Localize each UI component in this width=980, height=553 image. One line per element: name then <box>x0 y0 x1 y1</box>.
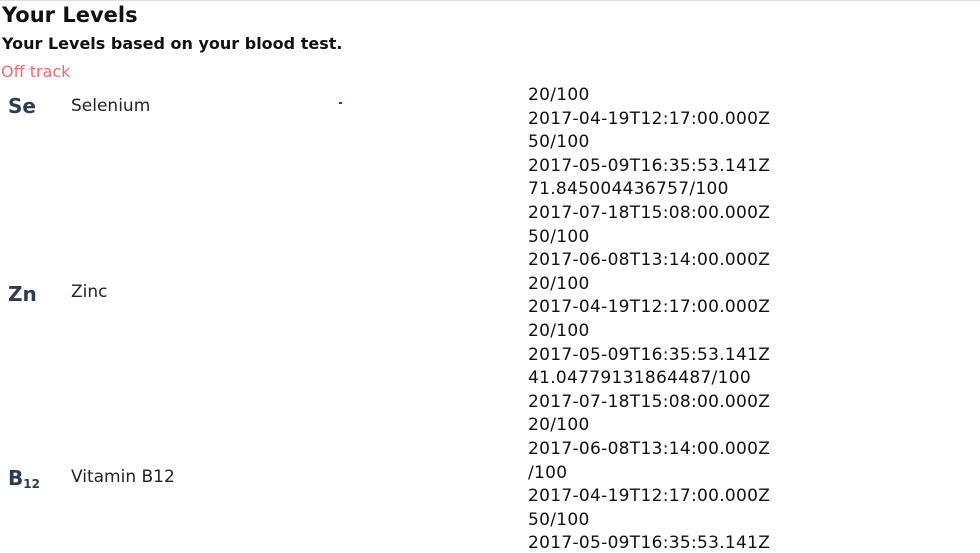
reading-date: 2017-05-09T16:35:53.141Z <box>528 344 771 365</box>
page-title: Your Levels <box>2 3 138 27</box>
reading-score: 20/100 <box>528 273 590 294</box>
element-symbol-selenium: Se <box>8 94 36 124</box>
top-divider <box>0 0 980 1</box>
symbol-subscript: 12 <box>23 477 40 491</box>
element-symbol-vitamin-b12: B12 <box>8 466 40 496</box>
reading-date: 2017-05-09T16:35:53.141Z <box>528 533 771 553</box>
reading-date: 2017-04-19T12:17:00.000Z <box>528 297 771 318</box>
symbol-text: B <box>8 466 24 490</box>
symbol-text: Se <box>8 94 36 118</box>
reading-date: 2017-06-08T13:14:00.000Z <box>528 250 771 271</box>
reading-score: /100 <box>528 462 568 483</box>
reading-score: 41.04779131864487/100 <box>528 368 751 389</box>
status-label: Off track <box>1 62 71 81</box>
stray-dot <box>339 102 342 104</box>
reading-score: 20/100 <box>528 320 590 341</box>
reading-date: 2017-06-08T13:14:00.000Z <box>528 438 771 459</box>
reading-date: 2017-05-09T16:35:53.141Z <box>528 155 771 176</box>
nutrient-name-selenium: Selenium <box>71 96 151 116</box>
reading-score: 50/100 <box>528 132 590 153</box>
symbol-text: Zn <box>8 282 37 306</box>
reading-score: 50/100 <box>528 226 590 247</box>
reading-score: 71.845004436757/100 <box>528 179 729 200</box>
nutrient-name-zinc: Zinc <box>71 282 108 302</box>
nutrient-name-vitamin-b12: Vitamin B12 <box>71 467 175 487</box>
reading-score: 50/100 <box>528 509 590 530</box>
reading-date: 2017-07-18T15:08:00.000Z <box>528 202 771 223</box>
reading-date: 2017-07-18T15:08:00.000Z <box>528 391 771 412</box>
levels-page: Your Levels Your Levels based on your bl… <box>0 0 980 553</box>
reading-score: 20/100 <box>528 85 590 105</box>
element-symbol-zinc: Zn <box>8 282 37 312</box>
reading-date: 2017-04-19T12:17:00.000Z <box>528 108 771 129</box>
page-subtitle: Your Levels based on your blood test. <box>2 34 343 53</box>
readings-list: 20/100 2017-04-19T12:17:00.000Z 50/100 2… <box>528 84 968 553</box>
reading-score: 20/100 <box>528 415 590 436</box>
reading-date: 2017-04-19T12:17:00.000Z <box>528 486 771 507</box>
